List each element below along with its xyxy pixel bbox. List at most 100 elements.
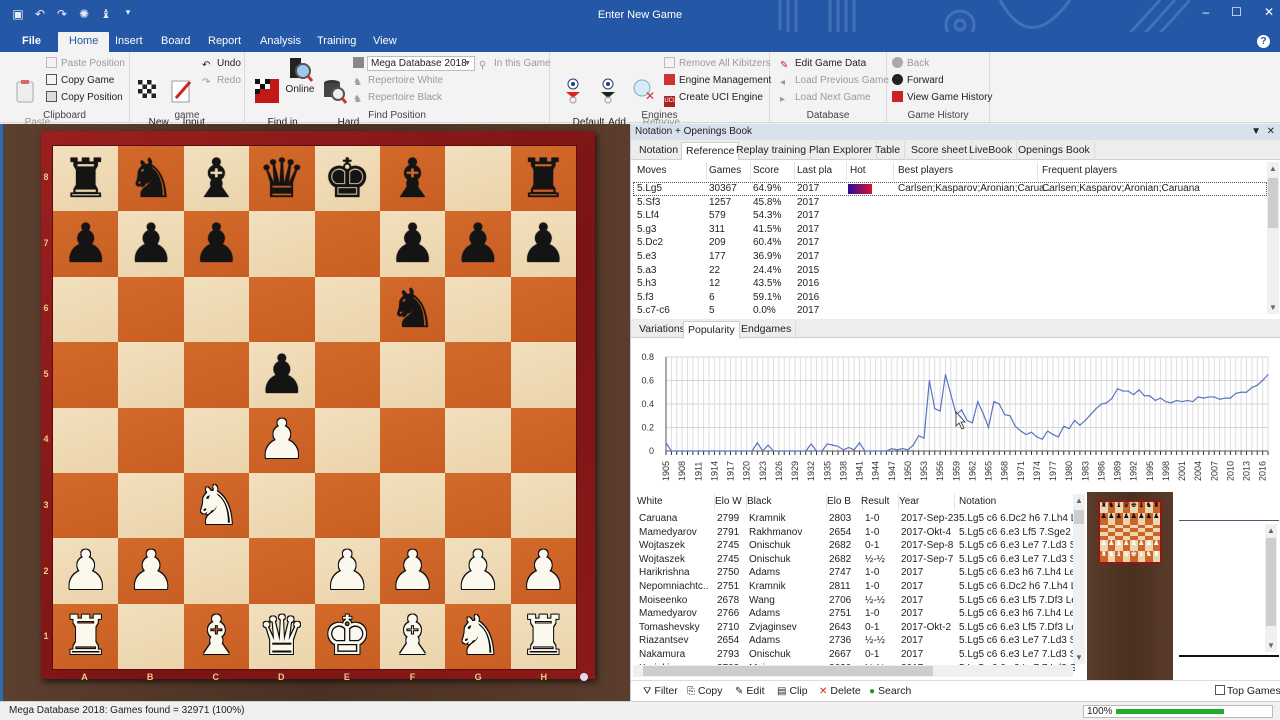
game-row[interactable]: Mamedyarov 2791 Rakhmanov 2654 1-0 2017-Okt-4… — [633, 526, 1075, 540]
white-king-piece[interactable]: ♚ — [323, 609, 371, 663]
game-row[interactable]: Riazantsev 2654 Adams 2736 ½-½ 2017 5.Lg5 c6 6… — [633, 634, 1075, 648]
black-queen-piece[interactable]: ♛ — [258, 151, 306, 206]
scroll-up-icon[interactable]: ▲ — [1267, 164, 1279, 173]
white-pawn-piece[interactable]: ♟ — [388, 543, 436, 598]
tab-board[interactable]: Board — [153, 32, 198, 52]
square-e8[interactable]: ♚ — [314, 146, 380, 212]
column-header[interactable]: Last pla — [797, 162, 847, 180]
square-h6[interactable] — [510, 276, 576, 343]
edit-game-data-button[interactable]: ✎ Edit Game Data — [780, 56, 866, 71]
copy-button[interactable]: ⎘ Copy — [687, 684, 723, 699]
square-d8[interactable]: ♛ — [249, 146, 315, 212]
clip-button[interactable]: ▤ Clip — [777, 684, 808, 699]
games-hscrollbar[interactable] — [633, 665, 1073, 677]
online-button[interactable]: Online — [285, 56, 315, 95]
panel-close-icon[interactable]: ✕ — [1267, 126, 1275, 137]
square-e1[interactable]: ♚ — [314, 603, 380, 669]
reference-row[interactable]: 5.Lf4 579 54.3% 2017 — [633, 209, 1267, 223]
reference-row[interactable]: 5.Dc2 209 60.4% 2017 — [633, 236, 1267, 250]
square-b5[interactable] — [118, 342, 184, 408]
tab-variations[interactable]: Variations — [635, 321, 690, 339]
tab-report[interactable]: Report — [200, 32, 249, 52]
white-pawn-piece[interactable]: ♟ — [258, 413, 306, 467]
remove-all-kibitzers-button[interactable]: Remove All Kibitzers — [664, 56, 771, 71]
square-g8[interactable] — [445, 146, 511, 212]
tab-plan-explorer[interactable]: Plan Explorer — [805, 142, 878, 160]
mini-board[interactable]: ♜ ♞ ♝ ♛ ♚ ♝ ♞ ♜ ♟ ♟ ♟ ♟ ♟ ♟ ♟ ♟ ♟ ♟ ♟ ♟ ♟ ♟ ♟ ♟ ♜ ♞ ♝ ♛ ♚ ♝ ♞ ♜ — [1098, 500, 1162, 564]
tab-replay-training[interactable]: Replay training — [732, 142, 812, 160]
undo-button[interactable]: ↶ Undo — [202, 56, 241, 71]
white-knight-piece[interactable]: ♞ — [192, 478, 240, 533]
square-a4[interactable] — [53, 407, 119, 473]
column-header[interactable]: Notation — [959, 494, 1069, 510]
square-b2[interactable]: ♟ — [118, 538, 184, 604]
back-button[interactable]: Back — [892, 56, 929, 71]
square-c1[interactable]: ♝ — [183, 603, 250, 669]
black-king-piece[interactable]: ♚ — [323, 151, 371, 206]
chess-board[interactable]: ♜ ♞ ♝ ♛ ♚ ♝ ♜ ♟ ♟ ♟ ♟ ♟ ♟ ♞ ♟ ♟ ♞ ♟ ♟ ♟ ♟ ♟ ♟ ♜ ♝ ♛ ♚ ♝ ♞ ♜ — [52, 145, 577, 670]
square-g6[interactable] — [445, 276, 511, 343]
black-bishop-piece[interactable]: ♝ — [388, 151, 436, 206]
square-c2[interactable] — [183, 538, 250, 604]
reference-row[interactable]: 5.h3 12 43.5% 2016 — [633, 277, 1267, 291]
tab-openings-book[interactable]: Openings Book — [1014, 142, 1095, 160]
square-f1[interactable]: ♝ — [379, 603, 446, 669]
black-knight-piece[interactable]: ♞ — [127, 151, 175, 206]
database-select[interactable]: Mega Database 2018 ▼ — [367, 56, 475, 71]
create-uci-engine-button[interactable]: UCI Create UCI Engine — [664, 90, 763, 107]
maximize-button[interactable]: ☐ — [1231, 5, 1242, 19]
tab-notation[interactable]: Notation — [635, 142, 684, 160]
in-this-game-button[interactable]: ⚲ In this Game — [479, 56, 551, 71]
column-header[interactable]: Score — [753, 162, 795, 180]
black-pawn-piece[interactable]: ♟ — [388, 217, 436, 271]
preview-scrollbar[interactable]: ▲ ▼ — [1265, 524, 1277, 652]
square-c5[interactable] — [183, 342, 250, 408]
game-row[interactable]: Tomashevsky 2710 Zvjaginsev 2643 0-1 2017-Okt… — [633, 621, 1075, 635]
square-b3[interactable] — [118, 472, 184, 539]
square-b8[interactable]: ♞ — [118, 146, 184, 212]
square-b1[interactable] — [118, 603, 184, 669]
square-a5[interactable] — [53, 342, 119, 408]
game-row[interactable]: Caruana 2799 Kramnik 2803 1-0 2017-Sep-23 5.Lg… — [633, 512, 1075, 526]
tab-analysis[interactable]: Analysis — [252, 32, 309, 52]
square-f7[interactable]: ♟ — [379, 211, 446, 277]
tab-insert[interactable]: Insert — [107, 32, 151, 52]
repertoire-black-button[interactable]: ♞ Repertoire Black — [353, 90, 442, 105]
white-pawn-piece[interactable]: ♟ — [454, 543, 502, 598]
square-f5[interactable] — [379, 342, 446, 408]
reference-row[interactable]: 5.c7-c6 5 0.0% 2017 — [633, 304, 1267, 314]
delete-button[interactable]: ✕ Delete — [819, 684, 861, 699]
reference-row[interactable]: 5.Sf3 1257 45.8% 2017 — [633, 196, 1267, 210]
square-d7[interactable] — [249, 211, 315, 277]
tab-home[interactable]: Home — [58, 32, 110, 52]
square-f3[interactable] — [379, 472, 446, 539]
search-button[interactable]: ● Search — [869, 684, 911, 699]
square-d4[interactable]: ♟ — [249, 407, 315, 473]
scroll-down-icon[interactable]: ▼ — [1073, 653, 1085, 662]
game-row[interactable]: Harikrishna 2750 Adams 2747 1-0 2017 5.Lg5 c6 … — [633, 566, 1075, 580]
square-b6[interactable] — [118, 276, 184, 343]
scroll-thumb[interactable] — [1268, 178, 1278, 228]
tab-reference[interactable]: Reference — [681, 142, 740, 160]
tab-livebook[interactable]: LiveBook — [965, 142, 1018, 160]
game-row[interactable]: Moiseenko 2678 Wang 2706 ½-½ 2017 5.Lg5 c6 6.e… — [633, 594, 1075, 608]
square-c8[interactable]: ♝ — [183, 146, 250, 212]
square-f2[interactable]: ♟ — [379, 538, 446, 604]
tab-training[interactable]: Training — [309, 32, 364, 52]
white-queen-piece[interactable]: ♛ — [258, 609, 306, 663]
reference-row[interactable]: 5.a3 22 24.4% 2015 — [633, 264, 1267, 278]
column-header[interactable]: Frequent players — [1042, 162, 1197, 180]
column-header[interactable]: Elo B — [827, 494, 863, 510]
square-f8[interactable]: ♝ — [379, 146, 446, 212]
scroll-thumb[interactable] — [1266, 538, 1276, 626]
game-row[interactable]: Nakamura 2793 Onischuk 2667 0-1 2017 5.Lg5 c6 … — [633, 648, 1075, 662]
square-g2[interactable]: ♟ — [445, 538, 511, 604]
panel-menu-icon[interactable]: ▼ — [1251, 126, 1261, 137]
scroll-thumb[interactable] — [1074, 510, 1084, 524]
close-button[interactable]: ✕ — [1264, 5, 1274, 19]
square-h7[interactable]: ♟ — [510, 211, 576, 277]
square-a3[interactable] — [53, 472, 119, 539]
square-d1[interactable]: ♛ — [249, 603, 315, 669]
square-c4[interactable] — [183, 407, 250, 473]
white-pawn-piece[interactable]: ♟ — [323, 543, 371, 598]
